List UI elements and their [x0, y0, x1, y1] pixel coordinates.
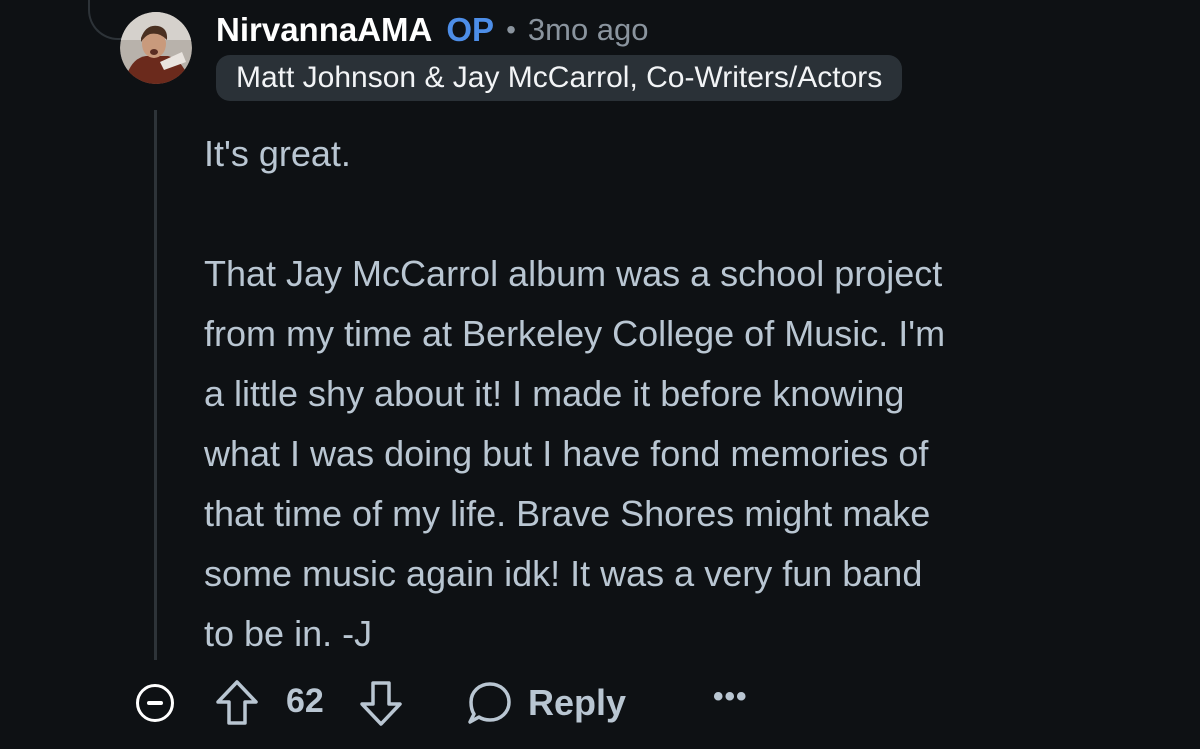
speech-bubble-icon — [468, 682, 511, 724]
op-badge: OP — [446, 11, 495, 48]
meta-separator: • — [506, 14, 516, 45]
vote-count: 62 — [286, 682, 324, 720]
thread-line[interactable] — [154, 110, 157, 660]
comment-paragraph: It's great. — [204, 133, 351, 174]
downvote-arrow-icon[interactable] — [358, 678, 404, 728]
reply-label: Reply — [528, 682, 627, 723]
reply-button[interactable]: Reply — [466, 678, 626, 728]
more-options-button[interactable]: ••• — [713, 680, 748, 714]
avatar[interactable] — [120, 12, 192, 84]
comment-timestamp[interactable]: 3mo ago — [528, 12, 649, 48]
comment-action-bar: 62 Reply ••• — [0, 668, 1200, 738]
comment-paragraph: That Jay McCarrol album was a school pro… — [204, 253, 946, 654]
upvote-arrow-icon[interactable] — [214, 678, 260, 728]
author-name[interactable]: NirvannaAMA — [216, 11, 432, 49]
user-flair: Matt Johnson & Jay McCarrol, Co-Writers/… — [216, 55, 903, 101]
comment-header: NirvannaAMA OP • 3mo ago — [216, 8, 649, 52]
comment-body: It's great. That Jay McCarrol album was … — [204, 124, 1184, 664]
collapse-minus-icon[interactable] — [136, 684, 174, 722]
